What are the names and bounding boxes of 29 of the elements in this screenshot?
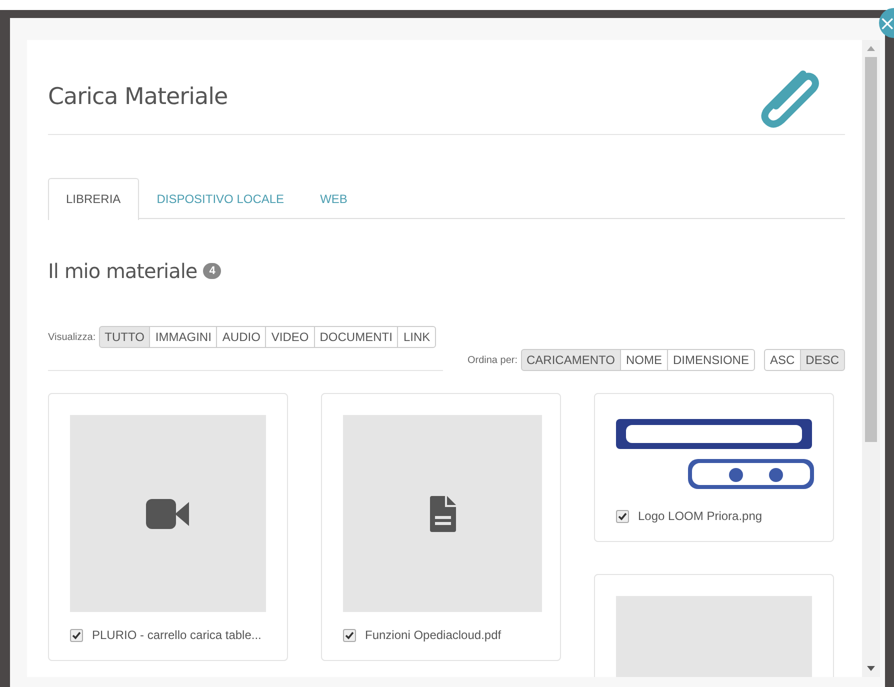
checkbox[interactable] <box>343 628 356 642</box>
file-card[interactable]: PLURIO - carrello carica table... <box>48 393 288 661</box>
filter-button[interactable]: DOCUMENTI <box>314 326 398 348</box>
filter-button[interactable]: AUDIO <box>216 326 266 348</box>
count-badge: 4 <box>203 263 222 279</box>
filter-button[interactable]: LINK <box>397 326 436 348</box>
file-card[interactable]: Funzioni Opediacloud.pdf <box>321 393 561 661</box>
file-name: Funzioni Opediacloud.pdf <box>365 628 502 642</box>
file-card[interactable]: Logo LOOM Priora.png <box>594 393 834 542</box>
file-name: PLURIO - carrello carica table... <box>92 628 262 642</box>
filter-button[interactable]: NOME <box>620 349 668 371</box>
filter-button[interactable]: DESC <box>800 349 845 371</box>
dialog-title: Carica Materiale <box>48 84 228 110</box>
file-name: Logo LOOM Priora.png <box>638 509 762 523</box>
filter-button[interactable]: ASC <box>764 349 801 371</box>
filter-button[interactable]: TUTTO <box>98 326 150 348</box>
video-camera-icon <box>146 498 190 528</box>
sort-label: Ordina per: <box>467 354 518 366</box>
scrollbar[interactable] <box>862 40 880 677</box>
checkbox[interactable] <box>70 628 83 642</box>
filter-label: Visualizza: <box>48 332 96 342</box>
filter-button[interactable]: CARICAMENTO <box>520 349 621 371</box>
tab[interactable]: LIBRERIA <box>48 178 139 220</box>
section-title: Il mio materiale <box>48 259 198 283</box>
filter-button[interactable]: VIDEO <box>265 326 315 348</box>
filter-button[interactable]: DIMENSIONE <box>666 349 755 371</box>
filter-button[interactable]: IMMAGINI <box>149 326 218 348</box>
checkbox[interactable] <box>616 510 629 522</box>
document-icon <box>430 496 456 532</box>
